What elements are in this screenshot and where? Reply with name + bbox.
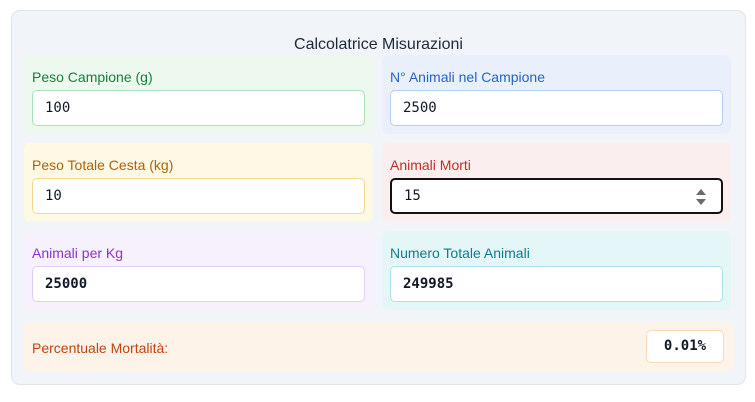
- peso-campione-input[interactable]: 100: [32, 90, 365, 126]
- animali-per-kg-label: Animali per Kg: [32, 245, 124, 261]
- animali-morti-value: 15: [404, 188, 421, 204]
- animali-per-kg-output: 25000: [32, 266, 365, 302]
- animali-per-kg-group: Animali per Kg 25000: [24, 231, 373, 310]
- animali-morti-input[interactable]: 15: [390, 178, 723, 214]
- animali-campione-input[interactable]: 2500: [390, 90, 723, 126]
- peso-cesta-label: Peso Totale Cesta (kg): [32, 157, 174, 173]
- animali-morti-label: Animali Morti: [390, 157, 471, 173]
- peso-campione-label: Peso Campione (g): [32, 69, 153, 85]
- animali-morti-group: Animali Morti 15: [382, 143, 731, 222]
- peso-campione-group: Peso Campione (g) 100: [24, 55, 373, 134]
- page-title: Calcolatrice Misurazioni: [294, 36, 463, 53]
- mortality-value: 0.01%: [646, 330, 724, 363]
- number-spinner-icon[interactable]: [695, 187, 707, 207]
- peso-cesta-input[interactable]: 10: [32, 178, 365, 214]
- totale-animali-label: Numero Totale Animali: [390, 245, 530, 261]
- mortality-result-row: Percentuale Mortalità: 0.01%: [24, 322, 734, 371]
- mortality-label: Percentuale Mortalità:: [32, 340, 169, 356]
- animali-campione-label: N° Animali nel Campione: [390, 69, 546, 85]
- peso-cesta-group: Peso Totale Cesta (kg) 10: [24, 143, 373, 222]
- totale-animali-output: 249985: [390, 266, 723, 302]
- animali-campione-group: N° Animali nel Campione 2500: [382, 55, 731, 134]
- totale-animali-group: Numero Totale Animali 249985: [382, 231, 731, 310]
